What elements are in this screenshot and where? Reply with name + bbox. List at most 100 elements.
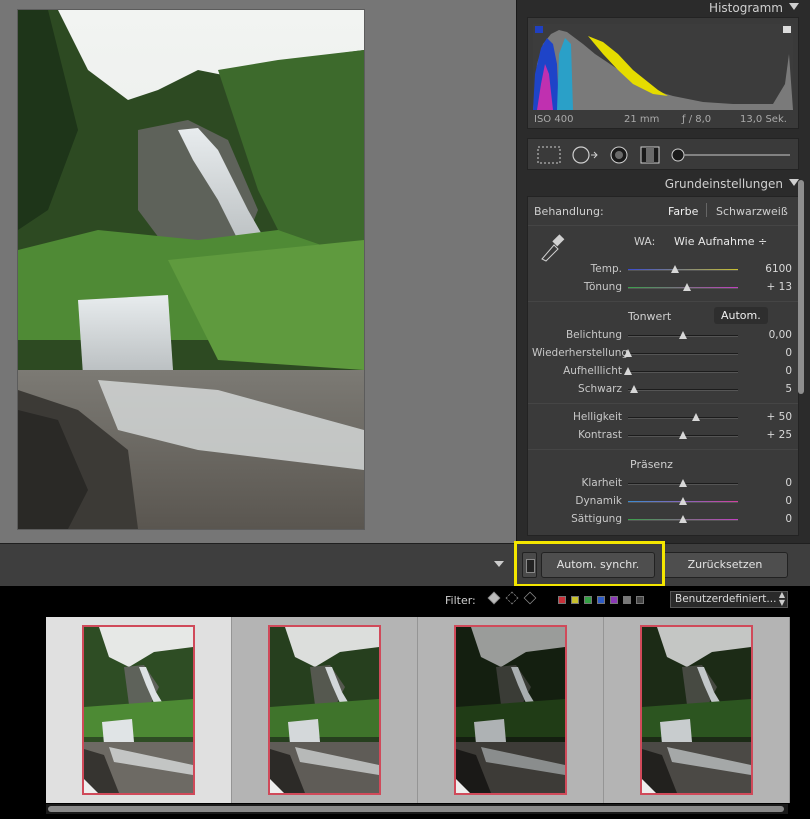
- develop-right-panel: Histogramm ISO 400 21 mm ƒ / 8,0 13,0 Se…: [516, 0, 810, 543]
- slider-track[interactable]: [628, 265, 738, 273]
- slider-label: Schwarz: [578, 383, 622, 395]
- slider-label: Kontrast: [578, 429, 622, 441]
- slider-track[interactable]: [628, 283, 738, 291]
- slider-label: Dynamik: [575, 495, 622, 507]
- corner-triangle-icon: [270, 779, 284, 793]
- slider-value[interactable]: 0: [752, 513, 792, 525]
- corner-triangle-icon: [84, 779, 98, 793]
- slider-track[interactable]: [628, 497, 738, 505]
- filmstrip: [0, 614, 810, 819]
- thumbnail[interactable]: [268, 625, 381, 795]
- tool-strip: [527, 138, 799, 170]
- reset-button[interactable]: Zurücksetzen: [662, 552, 788, 578]
- histogram-box: ISO 400 21 mm ƒ / 8,0 13,0 Sek.: [527, 17, 799, 129]
- flag-picked-icon[interactable]: [487, 591, 501, 605]
- flag-unflagged-icon[interactable]: [505, 591, 519, 605]
- slider-value[interactable]: 0: [752, 347, 792, 359]
- color-filter-red[interactable]: [558, 596, 566, 604]
- exif-focal: 21 mm: [624, 114, 660, 125]
- color-filter-yellow[interactable]: [571, 596, 579, 604]
- slider-value[interactable]: 0: [752, 365, 792, 377]
- color-filter-none[interactable]: [636, 596, 644, 604]
- panel-scrollbar[interactable]: [798, 180, 804, 394]
- slider-track[interactable]: [628, 413, 738, 421]
- main-photo[interactable]: [18, 10, 364, 529]
- slider-label: Tönung: [583, 281, 622, 293]
- exif-aperture: ƒ / 8,0: [682, 114, 712, 125]
- wb-label: WA:: [634, 235, 656, 248]
- filmstrip-scroll-thumb[interactable]: [48, 806, 784, 812]
- exif-iso: ISO 400: [534, 114, 574, 125]
- filmstrip-cell-3[interactable]: [418, 617, 604, 803]
- filmstrip-cell-1[interactable]: [46, 617, 232, 803]
- slider-thumb[interactable]: [679, 331, 687, 339]
- slider-track[interactable]: [628, 331, 738, 339]
- slider-thumb[interactable]: [624, 367, 632, 375]
- separator: [528, 301, 798, 302]
- slider-thumb[interactable]: [679, 515, 687, 523]
- slider-track[interactable]: [624, 349, 738, 357]
- filmstrip-cell-2[interactable]: [232, 617, 418, 803]
- slider-track[interactable]: [628, 385, 738, 393]
- slider-value[interactable]: 0,00: [752, 329, 792, 341]
- filmstrip-cells: [46, 617, 790, 803]
- sync-highlight-box: [514, 541, 665, 587]
- separator: [528, 225, 798, 226]
- slider-label: Belichtung: [565, 329, 622, 341]
- filter-label: Filter:: [445, 594, 476, 607]
- thumbnail[interactable]: [82, 625, 195, 795]
- filter-preset-select[interactable]: Benutzerdefiniert...: [670, 591, 788, 608]
- slider-thumb[interactable]: [679, 479, 687, 487]
- slider-value[interactable]: + 25: [752, 429, 793, 441]
- color-filter-blue[interactable]: [597, 596, 605, 604]
- slider-thumb[interactable]: [692, 413, 701, 421]
- slider-thumb[interactable]: [679, 431, 687, 439]
- separator: [528, 403, 798, 404]
- treatment-bw[interactable]: Schwarzweiß: [716, 205, 788, 218]
- slider-label: Klarheit: [581, 477, 622, 489]
- color-filter-other[interactable]: [623, 596, 631, 604]
- slider-thumb[interactable]: [624, 349, 632, 357]
- filmstrip-scrollbar[interactable]: [46, 804, 788, 814]
- treatment-color[interactable]: Farbe: [668, 205, 698, 218]
- slider-track[interactable]: [624, 367, 738, 375]
- basic-header[interactable]: Grundeinstellungen: [517, 176, 810, 194]
- presence-label: Präsenz: [630, 458, 673, 471]
- graduated-filter-icon[interactable]: [638, 145, 662, 165]
- collapse-triangle-icon[interactable]: [789, 3, 799, 10]
- histogram-header[interactable]: Histogramm: [517, 0, 810, 18]
- red-eye-icon[interactable]: [608, 145, 630, 165]
- adjustment-brush-icon[interactable]: [670, 145, 792, 165]
- slider-label: Temp.: [590, 263, 622, 275]
- slider-thumb[interactable]: [671, 265, 680, 273]
- flag-rejected-icon[interactable]: [523, 591, 537, 605]
- tone-auto-button[interactable]: Autom.: [714, 307, 768, 324]
- crop-tool-icon[interactable]: [536, 145, 562, 165]
- slider-thumb[interactable]: [683, 283, 692, 291]
- slider-value[interactable]: 0: [752, 477, 792, 489]
- filmstrip-cell-4[interactable]: [604, 617, 790, 803]
- slider-value[interactable]: 6100: [752, 263, 792, 275]
- slider-track[interactable]: [628, 515, 738, 523]
- slider-track[interactable]: [628, 431, 738, 439]
- color-filter-purple[interactable]: [610, 596, 618, 604]
- chevron-down-icon[interactable]: [494, 561, 504, 567]
- thumbnail[interactable]: [454, 625, 567, 795]
- corner-triangle-icon: [456, 779, 470, 793]
- wb-dropdown[interactable]: Wie Aufnahme ÷: [674, 235, 767, 248]
- color-filter-green[interactable]: [584, 596, 592, 604]
- slider-label: Helligkeit: [573, 411, 622, 423]
- select-arrows-icon[interactable]: ▲ ▼: [776, 591, 788, 608]
- slider-value[interactable]: 0: [752, 495, 792, 507]
- slider-thumb[interactable]: [629, 385, 638, 393]
- separator: [528, 449, 798, 450]
- slider-value[interactable]: + 13: [752, 281, 793, 293]
- thumbnail[interactable]: [640, 625, 753, 795]
- eyedropper-icon[interactable]: [538, 231, 566, 263]
- slider-track[interactable]: [628, 479, 738, 487]
- slider-value[interactable]: + 50: [752, 411, 793, 423]
- slider-value[interactable]: 5: [752, 383, 792, 395]
- spot-removal-icon[interactable]: [570, 145, 600, 165]
- slider-thumb[interactable]: [679, 497, 687, 505]
- treatment-divider: [706, 203, 707, 217]
